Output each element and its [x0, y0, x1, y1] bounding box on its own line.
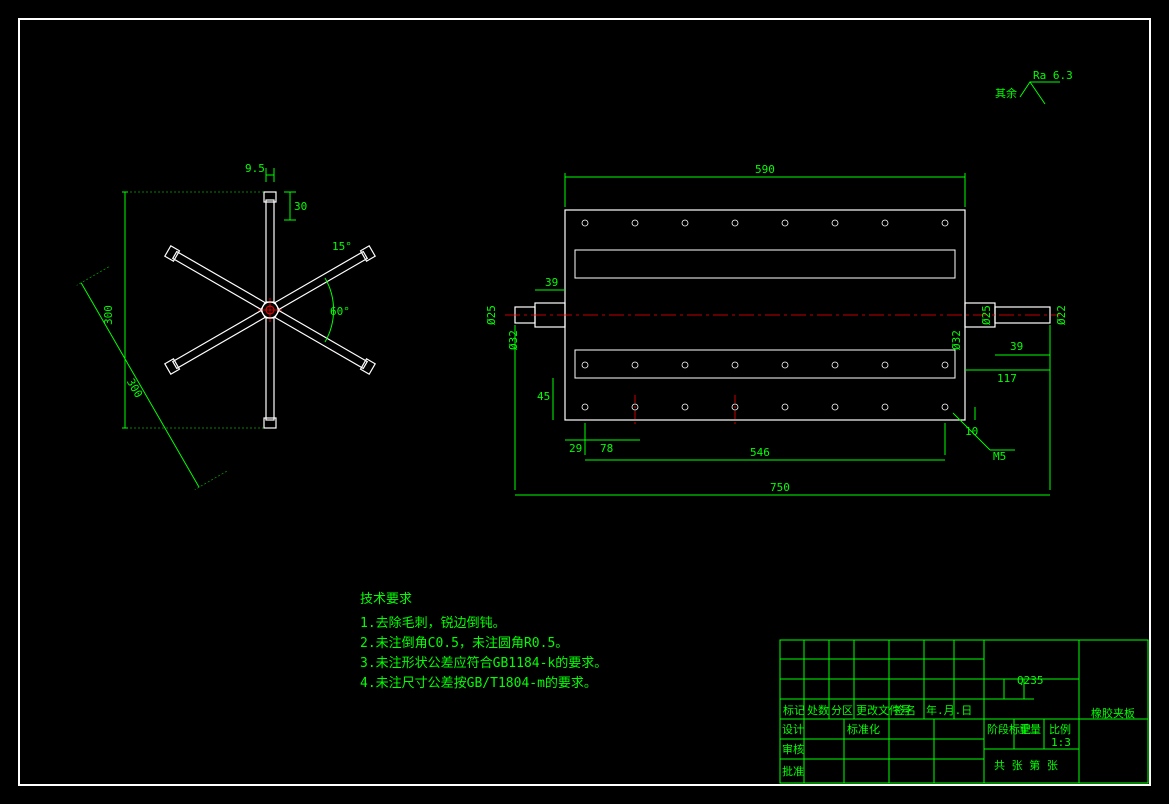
note-4: 4.未注尺寸公差按GB/T1804-m的要求。	[360, 674, 607, 694]
tb-scale: 1:3	[1051, 736, 1071, 749]
dim-39-l: 39	[545, 276, 558, 289]
tb-div: 分区	[831, 704, 853, 717]
tb-sign: 签名	[894, 703, 916, 717]
tb-partname: 橡胶夹板	[1091, 706, 1135, 720]
dim-d25r: Ø25	[980, 305, 993, 325]
tb-mark: 标记	[783, 703, 805, 717]
tech-notes: 技术要求 1.去除毛刺，锐边倒钝。 2.未注倒角C0.5，未注圆角R0.5。 3…	[360, 590, 607, 694]
dim-45: 45	[537, 390, 550, 403]
dim-590: 590	[755, 163, 775, 176]
tb-material: Q235	[1017, 674, 1044, 687]
dim-29: 29	[569, 442, 582, 455]
note-3: 3.未注形状公差应符合GB1184-k的要求。	[360, 654, 607, 674]
dim-d32l: Ø32	[507, 330, 520, 350]
dim-546: 546	[750, 446, 770, 459]
dim-10: 10	[965, 425, 978, 438]
dim-d25: Ø25	[485, 305, 498, 325]
dim-750: 750	[770, 481, 790, 494]
dim-d22: Ø22	[1055, 305, 1068, 325]
tb-sheet: 共 张 第 张	[994, 758, 1058, 772]
tb-num: 处数	[807, 704, 829, 717]
dim-78: 78	[600, 442, 613, 455]
dim-39-r: 39	[1010, 340, 1023, 353]
notes-title: 技术要求	[360, 590, 607, 610]
tb-date: 年.月.日	[926, 703, 972, 717]
tb-check: 审核	[782, 742, 804, 756]
note-1: 1.去除毛刺，锐边倒钝。	[360, 614, 607, 634]
dim-m5: M5	[993, 450, 1006, 463]
note-2: 2.未注倒角C0.5，未注圆角R0.5。	[360, 634, 607, 654]
dim-117: 117	[997, 372, 1017, 385]
tb-weight: 重量	[1019, 722, 1041, 736]
tb-appr: 批准	[782, 764, 804, 778]
dim-d32r: Ø32	[950, 330, 963, 350]
tb-ratio: 比例	[1049, 722, 1071, 736]
tb-design: 设计	[782, 723, 804, 736]
title-block: 标记 处数 分区 更改文件号 签名 年.月.日 设计 标准化 审核 批准 阶段标…	[779, 639, 1149, 784]
tb-std: 标准化	[847, 722, 880, 736]
